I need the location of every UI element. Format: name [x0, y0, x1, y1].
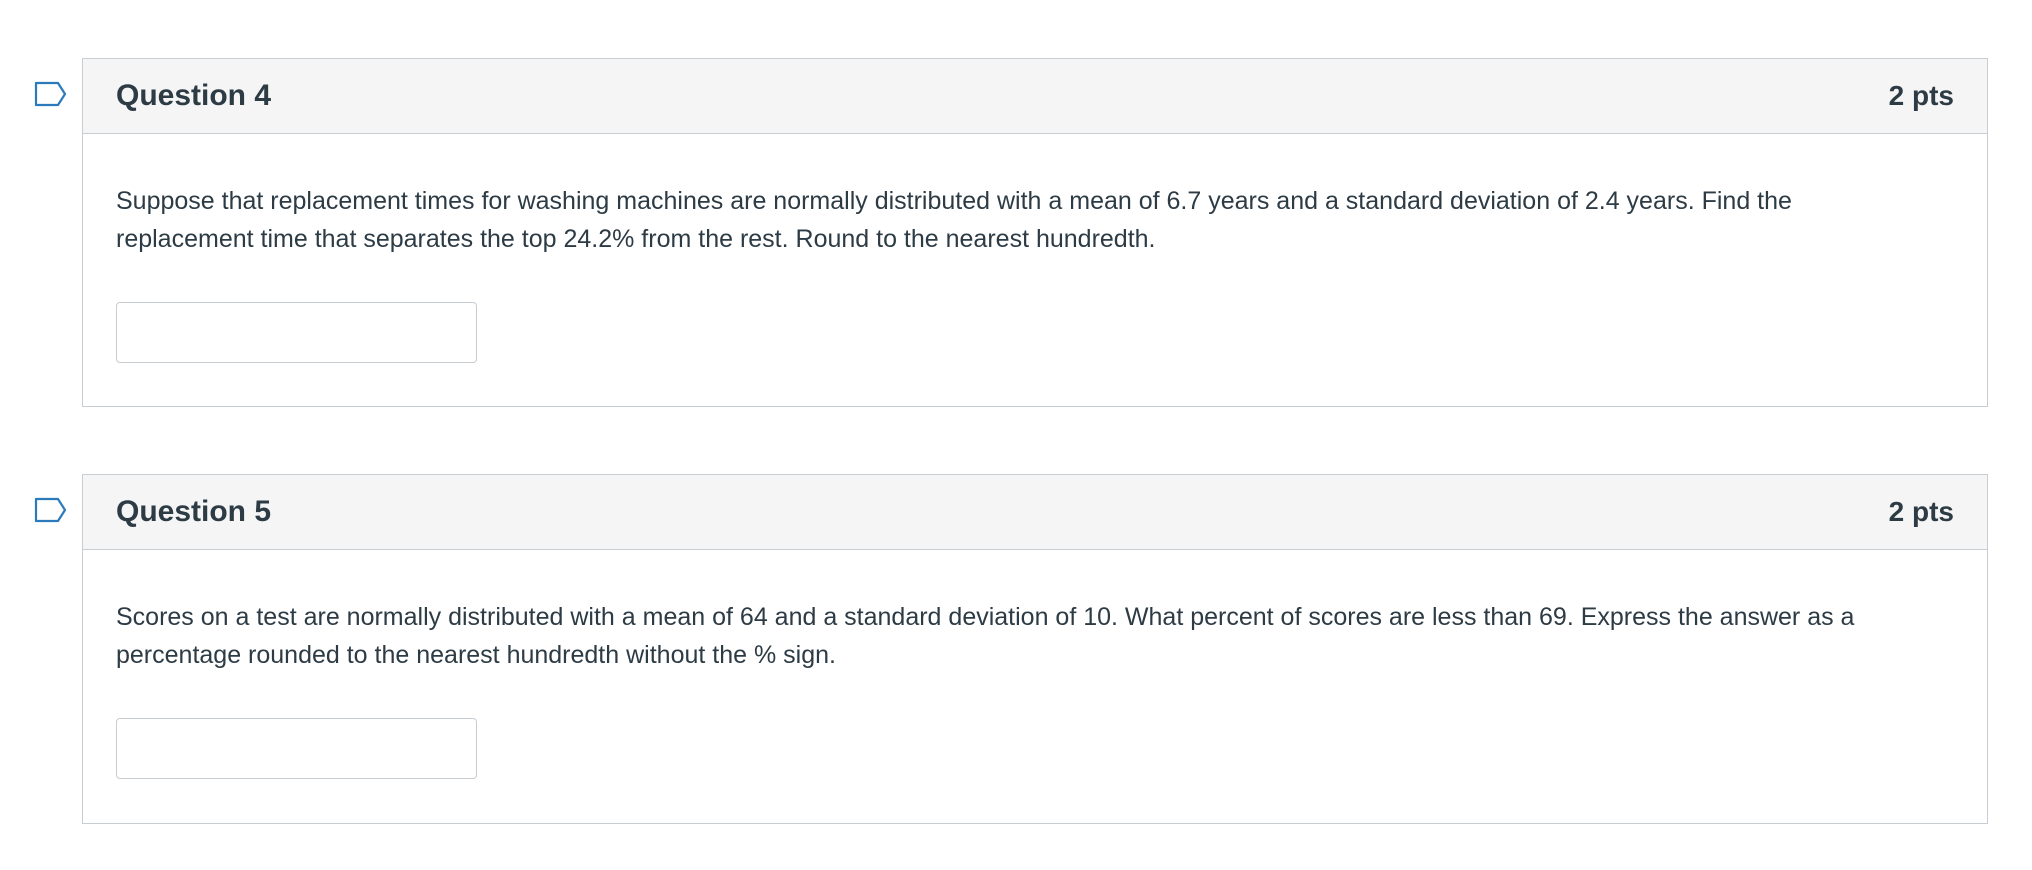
answer-input[interactable] [116, 718, 477, 779]
flag-question-icon[interactable] [34, 81, 68, 107]
question-text: Scores on a test are normally distribute… [116, 603, 1855, 669]
question-title: Question 4 [116, 79, 272, 112]
question-header: Question 4 2 pts [83, 59, 1987, 134]
question-title: Question 5 [116, 495, 272, 528]
question-body: Suppose that replacement times for washi… [83, 134, 1987, 363]
question-4-card: Question 4 2 pts Suppose that replacemen… [82, 58, 1988, 407]
question-header: Question 5 2 pts [83, 475, 1987, 550]
answer-input[interactable] [116, 302, 477, 363]
question-body: Scores on a test are normally distribute… [83, 550, 1987, 779]
quiz-page: Question 4 2 pts Suppose that replacemen… [0, 0, 2032, 870]
question-points: 2 pts [1888, 80, 1954, 111]
question-5-card: Question 5 2 pts Scores on a test are no… [82, 474, 1988, 824]
question-points: 2 pts [1888, 496, 1954, 527]
question-text: Suppose that replacement times for washi… [116, 187, 1792, 253]
flag-question-icon[interactable] [34, 497, 68, 523]
